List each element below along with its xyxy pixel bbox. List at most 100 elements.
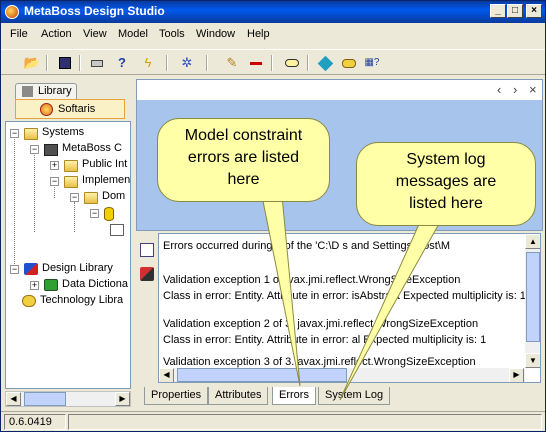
tree-item-implementation[interactable]: − Implemen	[48, 174, 131, 190]
error-log-text[interactable]: Errors occurred during n of the 'C:\D s …	[158, 233, 541, 383]
expand-icon[interactable]: +	[50, 161, 59, 170]
tree-item-domain-leaf[interactable]	[106, 222, 130, 238]
log-horizontal-scrollbar[interactable]: ◀ ▶	[159, 368, 525, 382]
save-icon[interactable]	[56, 54, 74, 72]
maximize-button[interactable]: □	[507, 4, 523, 18]
tree-item-domain-child[interactable]: −	[88, 206, 130, 222]
collapse-icon[interactable]: −	[50, 177, 59, 186]
tree-item-metaboss[interactable]: − MetaBoss C	[28, 142, 130, 158]
technology-library-icon	[22, 295, 36, 307]
scroll-thumb[interactable]	[24, 392, 66, 406]
scroll-down-icon[interactable]: ▼	[525, 353, 540, 368]
tab-library[interactable]: Library	[15, 83, 77, 99]
scroll-left-icon[interactable]: ◀	[159, 368, 174, 382]
log-line: Class in error: Entity. Attribute in err…	[163, 334, 487, 346]
pencil-icon[interactable]: ✎	[223, 54, 241, 72]
tree-horizontal-scrollbar[interactable]: ◀ ▶	[5, 391, 131, 407]
scroll-up-icon[interactable]: ▲	[525, 234, 540, 249]
title-bar[interactable]: MetaBoss Design Studio _ □ ×	[1, 1, 545, 23]
close-editor-icon[interactable]: ×	[529, 82, 537, 97]
log-line: Validation exception 1 o avax.jmi.reflec…	[163, 274, 461, 286]
scroll-thumb[interactable]	[177, 368, 347, 382]
tree-item-technology-library[interactable]: Technology Libra	[8, 294, 130, 310]
folder-open-icon	[24, 128, 38, 140]
log-line: Validation exception 2 of 3. javax.jmi.r…	[163, 318, 479, 330]
scroll-right-icon[interactable]: ▶	[509, 368, 524, 382]
find-icon[interactable]: ?	[113, 54, 131, 72]
nav-back-icon[interactable]: ‹	[497, 82, 501, 97]
clear-icon[interactable]	[140, 267, 154, 281]
data-dictionary-icon	[44, 279, 58, 291]
open-icon[interactable]: 📂	[23, 54, 41, 72]
menu-model[interactable]: Model	[118, 28, 148, 40]
app-logo-icon	[5, 5, 19, 19]
menu-file[interactable]: File	[10, 28, 28, 40]
menu-window[interactable]: Window	[196, 28, 235, 40]
model-tree: − Systems − MetaBoss C + Public Int − Im…	[5, 121, 131, 389]
menu-view[interactable]: View	[83, 28, 107, 40]
scroll-thumb[interactable]	[526, 252, 540, 342]
callout-line: listed here	[409, 195, 483, 212]
callout-system-log: System log messages are listed here	[356, 142, 536, 226]
toolbar-separator	[307, 55, 309, 71]
align-icon[interactable]	[283, 54, 301, 72]
tree-item-systems[interactable]: − Systems	[8, 126, 128, 142]
toolbar-separator	[166, 55, 168, 71]
globe-icon	[40, 103, 53, 116]
status-message-field	[68, 414, 542, 430]
tab-attributes[interactable]: Attributes	[208, 387, 269, 405]
collapse-icon[interactable]: −	[10, 129, 19, 138]
menu-bar: File Action View Model Tools Window Help	[1, 25, 545, 45]
new-diagram-icon[interactable]: ▦?	[363, 54, 381, 72]
folder-open-icon	[84, 192, 98, 204]
version-label: 0.6.0419	[4, 414, 66, 430]
tree-label: Dom	[102, 190, 126, 202]
new-element-icon[interactable]	[317, 54, 335, 72]
toolbar: 📂 ? ϟ ✲ ✎ ▦?	[1, 49, 545, 75]
collapse-icon[interactable]: −	[10, 265, 19, 274]
menu-tools[interactable]: Tools	[159, 28, 185, 40]
copy-icon[interactable]	[140, 243, 154, 257]
tab-softaris[interactable]: Softaris	[15, 99, 125, 119]
print-icon[interactable]	[88, 54, 106, 72]
remove-icon[interactable]	[247, 54, 265, 72]
status-bar: 0.6.0419	[1, 411, 545, 431]
callout-line: here	[227, 171, 260, 188]
folder-icon	[64, 160, 78, 172]
callout-line: messages are	[395, 173, 497, 190]
tree-label: MetaBoss C	[62, 142, 122, 154]
tab-library-label: Library	[38, 85, 72, 97]
nav-forward-icon[interactable]: ›	[513, 82, 517, 97]
log-line: Validation exception 3 of 3. avax.jmi.re…	[163, 356, 476, 368]
tree-item-domain[interactable]: − Dom	[68, 190, 130, 206]
new-package-icon[interactable]	[340, 54, 358, 72]
lightning-icon[interactable]: ϟ	[139, 54, 157, 72]
log-line: Class in error: Entity. Attribute in err…	[163, 290, 526, 302]
minimize-button[interactable]: _	[490, 4, 506, 18]
toolbar-separator	[271, 55, 273, 71]
design-library-icon	[24, 263, 38, 275]
tree-label: Implemen	[82, 174, 131, 186]
model-browser-panel: Library Softaris − Systems − MetaBoss C	[3, 79, 133, 409]
collapse-icon[interactable]: −	[30, 145, 39, 154]
tree-label: Systems	[42, 126, 85, 138]
tab-errors[interactable]: Errors	[272, 387, 316, 405]
menu-help[interactable]: Help	[247, 28, 270, 40]
close-button[interactable]: ×	[526, 4, 542, 18]
debug-icon[interactable]: ✲	[178, 54, 196, 72]
log-vertical-scrollbar[interactable]: ▲ ▼	[525, 234, 540, 368]
menu-action[interactable]: Action	[41, 28, 72, 40]
tab-system-log[interactable]: System Log	[318, 387, 391, 405]
collapse-icon[interactable]: −	[70, 193, 79, 202]
scroll-right-icon[interactable]: ▶	[115, 392, 130, 406]
tree-item-data-dictionary[interactable]: + Data Dictiona	[28, 278, 130, 294]
toolbar-separator	[206, 55, 208, 71]
collapse-icon[interactable]: −	[90, 209, 99, 218]
tab-properties[interactable]: Properties	[144, 387, 209, 405]
library-icon	[22, 86, 33, 97]
toolbar-separator	[79, 55, 81, 71]
tree-item-public-interfaces[interactable]: + Public Int	[48, 158, 130, 174]
tree-item-design-library[interactable]: − Design Library	[8, 262, 130, 278]
scroll-left-icon[interactable]: ◀	[6, 392, 21, 406]
expand-icon[interactable]: +	[30, 281, 39, 290]
